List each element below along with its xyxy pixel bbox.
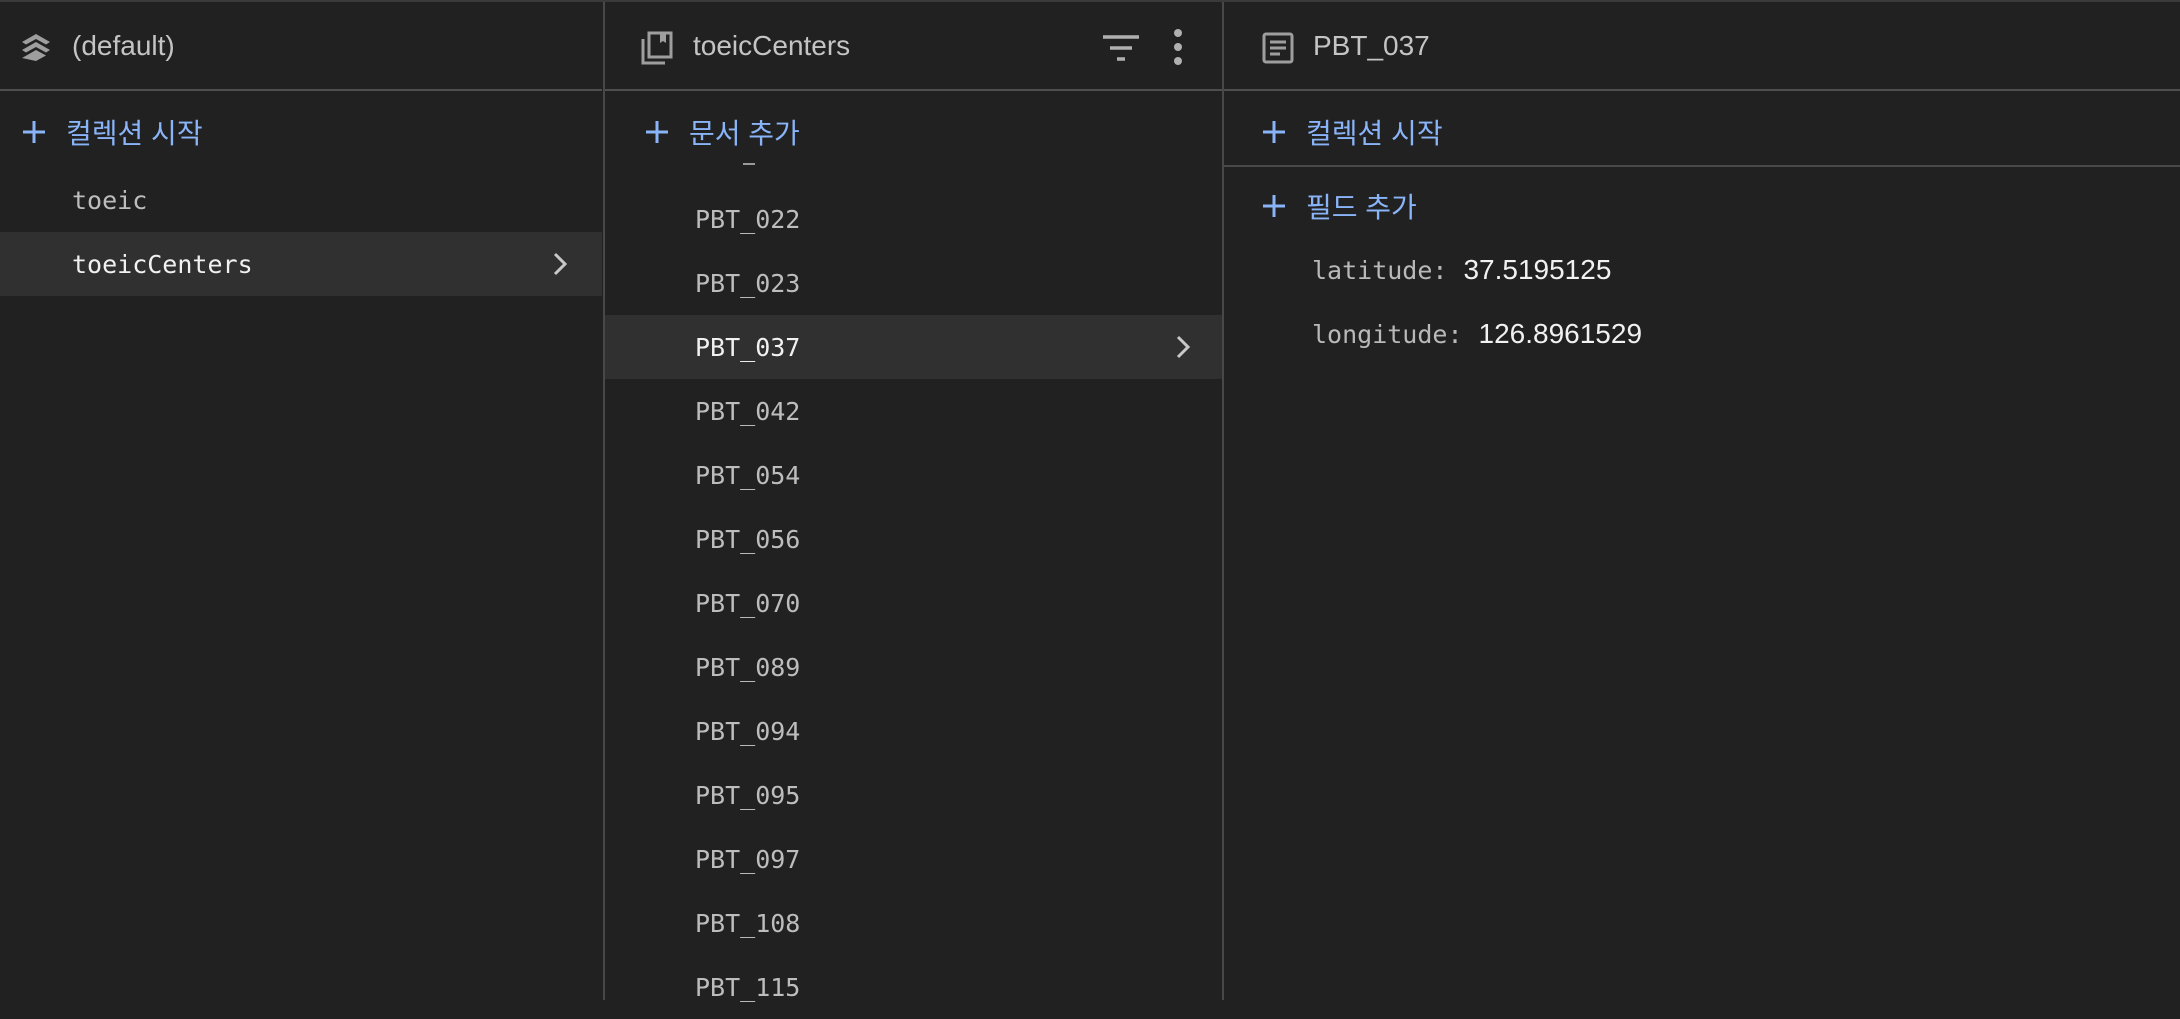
document-item-label: PBT_089 [695, 652, 801, 682]
document-panel-header: PBT_037 [1224, 2, 2180, 91]
section-divider [1224, 165, 2180, 167]
document-panel: PBT_037 컬렉션 시작 필드 추가 latitude: 37.519512… [1222, 2, 2180, 1000]
document-item-selected[interactable]: PBT_037 [605, 315, 1223, 379]
field-row-longitude[interactable]: longitude: 126.8961529 [1312, 318, 1642, 350]
chevron-right-icon [553, 252, 568, 276]
field-value: 37.5195125 [1463, 254, 1612, 285]
document-item-label: PBT_115 [695, 972, 801, 1002]
start-collection-label: 컬렉션 시작 [66, 118, 203, 149]
collection-item-toeic[interactable]: toeic [0, 168, 602, 232]
firestore-data-viewer: (default) 컬렉션 시작 toeic toeicCenters toei… [0, 0, 2180, 1002]
document-item[interactable]: PBT_054 [605, 443, 1223, 507]
collection-item-toeiccenters[interactable]: toeicCenters [0, 232, 602, 296]
collection-item-label: toeicCenters [72, 249, 253, 279]
add-document-label: 문서 추가 [689, 118, 800, 149]
document-item-label: PBT_108 [695, 908, 801, 938]
database-panel-header: (default) [0, 2, 602, 91]
more-vert-icon[interactable] [1171, 28, 1185, 66]
document-item[interactable]: PBT_023 [605, 251, 1223, 315]
document-item-label: PBT_094 [695, 716, 801, 746]
document-title: PBT_037 [1313, 30, 1430, 61]
plus-icon [1263, 121, 1285, 143]
document-item-label: PBT_042 [695, 396, 801, 426]
document-item-label: PBT_070 [695, 588, 801, 618]
plus-icon [1263, 195, 1285, 217]
collection-icon [641, 31, 673, 65]
document-item[interactable]: PBT_070 [605, 571, 1223, 635]
database-panel: (default) 컬렉션 시작 toeic toeicCenters [0, 2, 602, 1000]
document-item[interactable]: PBT_089 [605, 635, 1223, 699]
field-row-latitude[interactable]: latitude: 37.5195125 [1312, 254, 1611, 286]
document-item-label: PBT_037 [695, 332, 801, 362]
firestore-stack-icon [22, 34, 50, 61]
collection-panel: toeicCenters 문서 추가 PBT_022 PBT_023 PBT_0… [603, 2, 1223, 1002]
document-item[interactable]: PBT_056 [605, 507, 1223, 571]
filter-icon[interactable] [1101, 33, 1141, 63]
document-item[interactable]: PBT_022 [605, 187, 1223, 251]
add-document-button[interactable]: 문서 추가 [643, 112, 800, 152]
document-item[interactable]: PBT_108 [605, 891, 1223, 955]
document-item[interactable]: PBT_042 [605, 379, 1223, 443]
field-key: latitude: [1312, 256, 1448, 285]
start-collection-label: 컬렉션 시작 [1306, 118, 1443, 149]
document-item-label: PBT_022 [695, 204, 801, 234]
chevron-right-icon [1176, 335, 1191, 359]
plus-icon [23, 121, 45, 143]
collection-title: toeicCenters [693, 30, 851, 61]
document-item-label: PBT_023 [695, 268, 801, 298]
document-item-label: PBT_095 [695, 780, 801, 810]
field-value: 126.8961529 [1478, 318, 1643, 349]
scrolled-item-fragment [743, 163, 755, 165]
field-key: longitude: [1312, 320, 1463, 349]
document-item[interactable]: PBT_095 [605, 763, 1223, 827]
collection-list: toeic toeicCenters [0, 168, 602, 296]
add-field-button[interactable]: 필드 추가 [1260, 186, 1417, 226]
collection-item-label: toeic [72, 185, 148, 215]
plus-icon [646, 121, 668, 143]
document-item-label: PBT_097 [695, 844, 801, 874]
database-title: (default) [72, 30, 175, 61]
document-item-label: PBT_054 [695, 460, 801, 490]
collection-panel-header: toeicCenters [605, 2, 1223, 91]
document-icon [1262, 32, 1294, 64]
document-item[interactable]: PBT_094 [605, 699, 1223, 763]
document-item-label: PBT_056 [695, 524, 801, 554]
document-item[interactable]: PBT_097 [605, 827, 1223, 891]
start-collection-button[interactable]: 컬렉션 시작 [20, 112, 203, 152]
start-subcollection-button[interactable]: 컬렉션 시작 [1260, 112, 1443, 152]
document-item[interactable]: PBT_115 [605, 955, 1223, 1019]
document-list: PBT_022 PBT_023 PBT_037 PBT_042 PBT_054 … [605, 187, 1223, 1019]
add-field-label: 필드 추가 [1306, 192, 1417, 223]
